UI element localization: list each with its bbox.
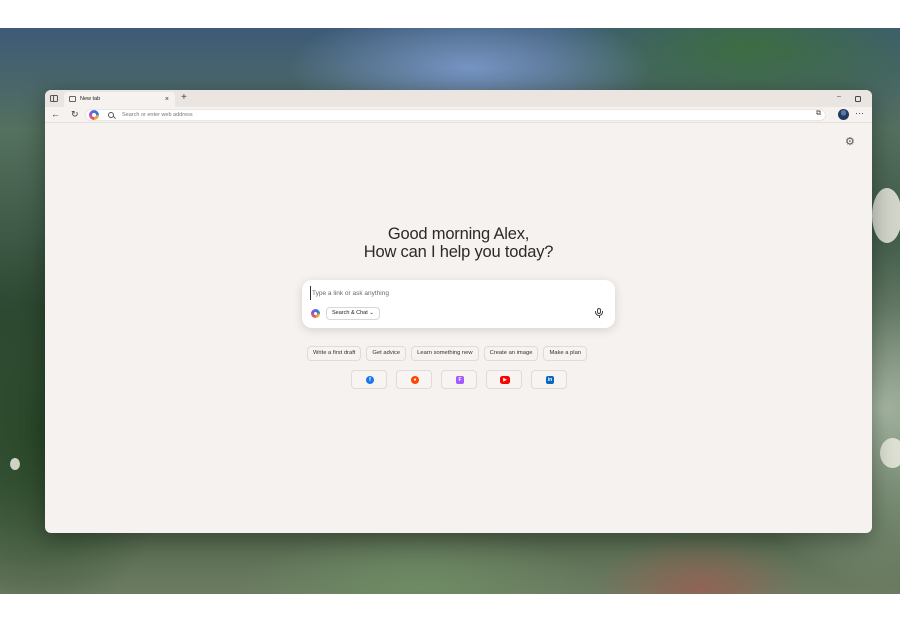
suggestion-chip[interactable]: Get advice (366, 346, 407, 361)
copilot-icon (311, 309, 320, 318)
suggestion-chip[interactable]: Create an image (483, 346, 539, 361)
facebook-icon: f (366, 376, 374, 384)
linkedin-icon: in (546, 376, 554, 384)
wallpaper-flower (10, 458, 20, 470)
wallpaper-flower (872, 188, 900, 243)
greeting-heading: Good morning Alex, How can I help you to… (45, 225, 872, 261)
sidebar-toggle-icon[interactable] (50, 95, 58, 102)
restore-button[interactable] (855, 96, 861, 102)
reddit-icon: ● (411, 376, 419, 384)
figma-icon: F (456, 376, 464, 384)
greeting-line-1: Good morning Alex, (387, 225, 530, 243)
mode-dropdown[interactable]: Search & Chat ⌄ (326, 307, 380, 320)
address-bar[interactable]: Search or enter web address (85, 109, 826, 121)
back-button[interactable]: ← (51, 108, 60, 121)
address-bar-placeholder[interactable]: Search or enter web address (122, 110, 193, 120)
tab-new-tab[interactable]: New tab × (64, 92, 175, 107)
extensions-icon[interactable]: ⧉ (816, 110, 821, 118)
suggestion-chip[interactable]: Make a plan (543, 346, 588, 361)
new-tab-page-icon (69, 96, 76, 102)
minimize-button[interactable]: – (837, 93, 841, 100)
chat-composer: Search & Chat ⌄ (302, 280, 615, 328)
shortcut-figma[interactable]: F (441, 370, 477, 389)
microphone-icon[interactable] (594, 307, 604, 319)
more-options-button[interactable]: ··· (855, 107, 864, 120)
greeting-line-2: How can I help you today? (363, 243, 554, 261)
browser-window: New tab × + – ← ↻ Search or enter web ad… (45, 90, 872, 533)
shortcut-reddit[interactable]: ● (396, 370, 432, 389)
copilot-icon[interactable] (89, 110, 99, 120)
wallpaper-flower (880, 438, 900, 468)
shortcut-linkedin[interactable]: in (531, 370, 567, 389)
new-tab-button[interactable]: + (181, 92, 187, 104)
shortcut-facebook[interactable]: f (351, 370, 387, 389)
chat-input[interactable] (310, 286, 580, 300)
suggestion-chip[interactable]: Write a first draft (307, 346, 362, 361)
reload-button[interactable]: ↻ (71, 108, 79, 121)
tab-title: New tab (80, 96, 101, 102)
close-tab-icon[interactable]: × (165, 94, 169, 105)
suggestion-chips: Write a first draft Get advice Learn som… (307, 346, 588, 361)
search-icon (108, 112, 114, 118)
navigation-toolbar: ← ↻ Search or enter web address (45, 107, 872, 123)
gear-icon[interactable]: ⚙ (845, 135, 855, 148)
shortcut-youtube[interactable]: ▶ (486, 370, 522, 389)
profile-avatar[interactable] (838, 109, 849, 120)
youtube-icon: ▶ (500, 376, 510, 384)
quick-links: f ● F ▶ in (351, 370, 567, 389)
tab-strip: New tab × + – (45, 90, 872, 107)
suggestion-chip[interactable]: Learn something new (411, 346, 479, 361)
